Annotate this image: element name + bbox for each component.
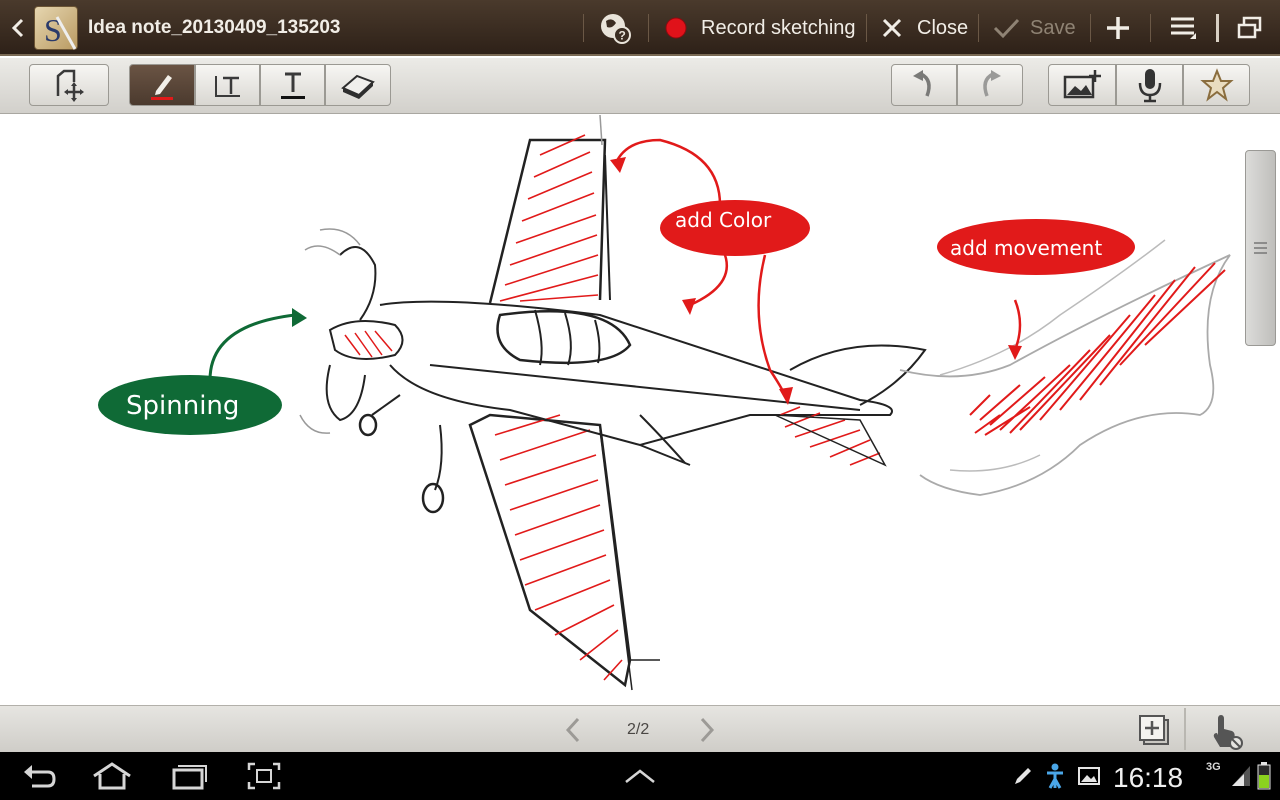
add-image-icon xyxy=(1063,70,1101,99)
pen-icon xyxy=(151,75,173,100)
tool-bar xyxy=(0,58,1280,114)
network-type-label: 3G xyxy=(1206,762,1221,773)
s-pen-status-icon xyxy=(1012,765,1034,787)
title-bar: S Idea note_20130409_135203 ? Record ske… xyxy=(0,0,1280,56)
system-recent-apps-icon[interactable] xyxy=(170,762,210,790)
select-tool-button[interactable] xyxy=(29,64,109,106)
record-label: Record sketching xyxy=(701,16,856,39)
previous-page-icon[interactable] xyxy=(562,715,584,745)
page-navigation-bar: 2/2 xyxy=(0,705,1280,752)
add-button[interactable] xyxy=(1104,0,1132,56)
annotation-add-color: add Color xyxy=(610,138,810,405)
fuselage xyxy=(379,300,927,466)
star-icon xyxy=(1199,68,1234,102)
eraser-icon xyxy=(341,74,375,99)
airplane-sketch: Spinning add Color add movement xyxy=(98,115,1231,691)
scroll-grip-icon xyxy=(1254,242,1267,254)
record-icon xyxy=(665,17,687,39)
selection-move-icon xyxy=(56,69,84,102)
drawing-canvas[interactable]: Spinning add Color add movement xyxy=(0,115,1280,705)
close-button[interactable]: Close xyxy=(880,0,968,56)
annotation-add-color-text: add Color xyxy=(675,208,772,232)
voice-memo-button[interactable] xyxy=(1116,64,1183,106)
page-indicator: 2/2 xyxy=(627,721,650,738)
redo-icon xyxy=(983,70,1001,97)
image-status-icon xyxy=(1077,765,1101,787)
microphone-icon xyxy=(1138,69,1161,103)
pen-color-swatch xyxy=(151,97,173,100)
text-tool-button[interactable] xyxy=(260,64,325,106)
eraser-tool-button[interactable] xyxy=(325,64,391,106)
pen-only-mode-button[interactable] xyxy=(1206,711,1246,751)
text-box-icon xyxy=(214,76,240,97)
menu-icon xyxy=(1171,17,1196,39)
status-clock: 16:18 xyxy=(1113,762,1184,793)
divider xyxy=(1184,708,1186,750)
close-icon xyxy=(882,18,902,38)
add-page-icon xyxy=(1139,715,1169,745)
annotation-add-movement-text: add movement xyxy=(950,236,1102,260)
check-icon xyxy=(993,18,1020,39)
divider xyxy=(648,14,649,42)
svg-text:?: ? xyxy=(619,29,626,43)
top-wing xyxy=(488,115,611,304)
save-label: Save xyxy=(1030,16,1076,39)
undo-icon xyxy=(913,70,931,97)
back-icon[interactable] xyxy=(8,16,28,40)
movement-trail xyxy=(899,239,1231,496)
bottom-wing xyxy=(468,413,660,691)
system-home-icon[interactable] xyxy=(90,762,134,790)
annotation-spinning: Spinning xyxy=(98,308,307,435)
undo-button[interactable] xyxy=(891,64,957,106)
system-bar: 16:18 3G xyxy=(0,752,1280,800)
save-button[interactable]: Save xyxy=(992,0,1076,56)
app-logo-icon: S xyxy=(34,6,78,50)
next-page-icon[interactable] xyxy=(696,715,718,745)
help-globe-icon[interactable]: ? xyxy=(598,0,632,56)
divider xyxy=(1090,14,1091,42)
divider xyxy=(866,14,867,42)
system-back-icon[interactable] xyxy=(20,762,60,790)
divider xyxy=(583,14,584,42)
hand-touch-off-icon xyxy=(1213,715,1243,750)
window-icon xyxy=(1237,16,1262,39)
multi-window-button[interactable] xyxy=(1236,0,1264,56)
expand-up-icon[interactable] xyxy=(622,766,658,786)
canvas-scrollbar[interactable] xyxy=(1245,150,1276,346)
note-title: Idea note_20130409_135203 xyxy=(88,17,341,38)
divider xyxy=(1150,14,1151,42)
text-box-tool-button[interactable] xyxy=(195,64,260,106)
propeller xyxy=(299,228,445,514)
signal-strength-icon xyxy=(1230,764,1252,788)
screenshot-capture-icon[interactable] xyxy=(246,761,282,791)
record-sketching-button[interactable]: Record sketching xyxy=(664,0,856,56)
network-type-text: 3G xyxy=(1206,761,1221,773)
svg-text:S: S xyxy=(44,12,62,48)
plus-icon xyxy=(1107,17,1129,39)
redo-button[interactable] xyxy=(957,64,1023,106)
battery-icon xyxy=(1257,762,1271,790)
add-page-button[interactable] xyxy=(1136,712,1172,748)
annotation-spinning-text: Spinning xyxy=(126,391,239,421)
pen-tool-button[interactable] xyxy=(129,64,195,106)
menu-button[interactable] xyxy=(1168,0,1200,56)
text-icon xyxy=(280,72,305,99)
divider xyxy=(978,14,979,42)
favorite-button[interactable] xyxy=(1183,64,1250,106)
divider xyxy=(1216,14,1219,42)
close-label: Close xyxy=(917,16,969,39)
insert-image-button[interactable] xyxy=(1048,64,1116,106)
accessibility-status-icon xyxy=(1044,762,1066,790)
